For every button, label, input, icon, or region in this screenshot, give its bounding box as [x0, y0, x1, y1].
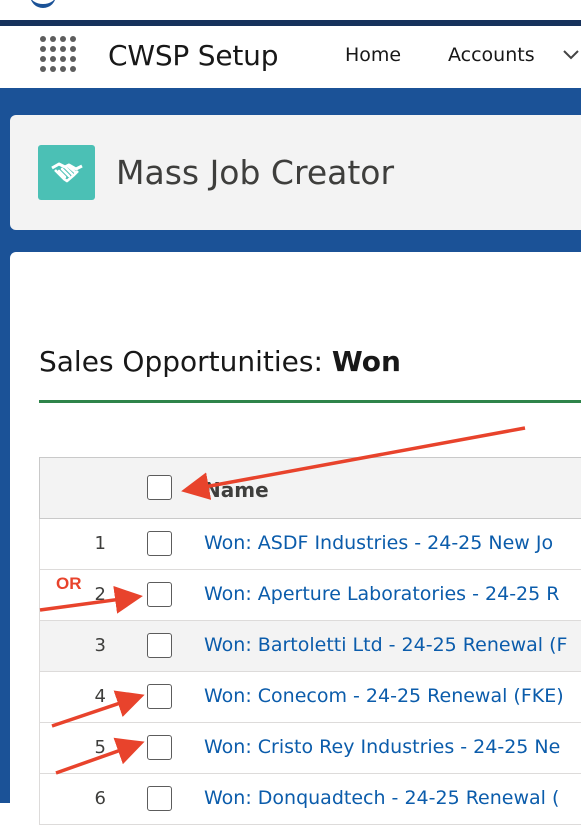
row-number: 4 — [94, 686, 106, 707]
top-strip — [0, 0, 581, 20]
section-title-status: Won — [331, 345, 401, 378]
row-number: 2 — [94, 584, 106, 605]
opportunities-table: Name 1 Won: ASDF Industries - 24-25 New … — [39, 457, 581, 825]
nav-bar: CWSP Setup Home Accounts — [0, 26, 581, 89]
page-header: Mass Job Creator — [10, 115, 581, 230]
app-launcher-icon[interactable] — [40, 36, 78, 74]
section-title: Sales Opportunities: Won — [39, 345, 401, 378]
row-checkbox[interactable] — [147, 786, 172, 811]
handshake-icon — [38, 145, 95, 200]
opportunity-link[interactable]: Won: Conecom - 24-25 Renewal (FKE) — [204, 685, 564, 707]
row-checkbox[interactable] — [147, 531, 172, 556]
row-checkbox[interactable] — [147, 735, 172, 760]
row-checkbox[interactable] — [147, 633, 172, 658]
table-row: 1 Won: ASDF Industries - 24-25 New Jo — [39, 519, 581, 570]
table-header: Name — [39, 457, 581, 519]
section-title-prefix: Sales Opportunities: — [39, 345, 323, 378]
opportunity-link[interactable]: Won: ASDF Industries - 24-25 New Jo — [204, 532, 553, 554]
row-number: 1 — [94, 533, 106, 554]
row-checkbox[interactable] — [147, 684, 172, 709]
opportunity-link[interactable]: Won: Donquadtech - 24-25 Renewal ( — [204, 787, 559, 809]
column-header-name[interactable]: Name — [204, 478, 269, 502]
nav-item-home[interactable]: Home — [345, 44, 401, 66]
opportunity-link[interactable]: Won: Bartoletti Ltd - 24-25 Renewal (F — [204, 634, 567, 656]
or-annotation: OR — [56, 574, 82, 593]
row-number: 6 — [94, 788, 106, 809]
table-row: 2 Won: Aperture Laboratories - 24-25 R — [39, 570, 581, 621]
nav-item-accounts[interactable]: Accounts — [448, 44, 535, 66]
page-title: Mass Job Creator — [116, 153, 395, 192]
row-number: 5 — [94, 737, 106, 758]
logo-icon — [30, 0, 56, 8]
opportunity-link[interactable]: Won: Cristo Rey Industries - 24-25 Ne — [204, 736, 560, 758]
opportunity-link[interactable]: Won: Aperture Laboratories - 24-25 R — [204, 583, 559, 605]
app-name: CWSP Setup — [108, 39, 279, 72]
row-number: 3 — [94, 635, 106, 656]
chevron-down-icon[interactable] — [562, 48, 580, 62]
select-all-checkbox[interactable] — [147, 475, 172, 500]
table-row: 6 Won: Donquadtech - 24-25 Renewal ( — [39, 774, 581, 825]
table-row: 5 Won: Cristo Rey Industries - 24-25 Ne — [39, 723, 581, 774]
section-divider — [39, 400, 581, 403]
row-checkbox[interactable] — [147, 582, 172, 607]
table-row: 3 Won: Bartoletti Ltd - 24-25 Renewal (F — [39, 621, 581, 672]
table-row: 4 Won: Conecom - 24-25 Renewal (FKE) — [39, 672, 581, 723]
main-card: Sales Opportunities: Won Name 1 Won: ASD… — [10, 252, 581, 825]
